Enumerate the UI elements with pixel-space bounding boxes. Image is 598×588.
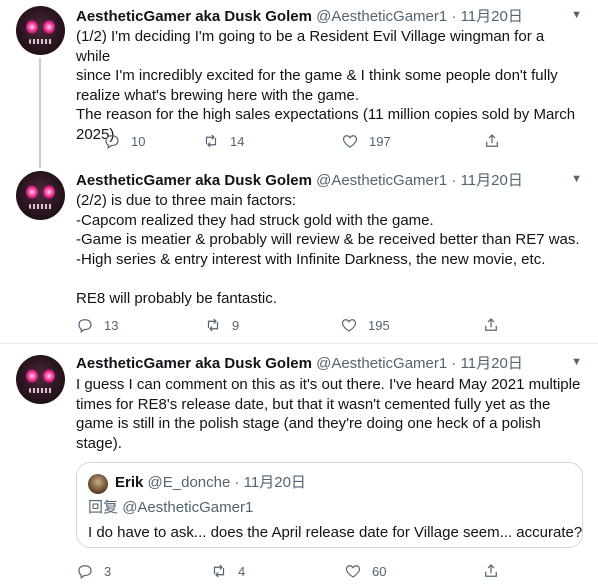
tweet-actions: 10 14 197 [76, 132, 581, 152]
retweet-count: 14 [230, 133, 245, 149]
share-icon [485, 564, 497, 577]
tweet-text: (1/2) I'm deciding I'm going to be a Res… [76, 28, 576, 143]
tweet-text: (2/2) is due to three main factors: -Cap… [76, 192, 580, 307]
share-button[interactable] [483, 132, 501, 150]
like-button[interactable]: 197 [341, 132, 391, 150]
heart-icon [342, 135, 358, 148]
reply-button[interactable]: 3 [76, 562, 111, 580]
like-count: 195 [368, 317, 390, 333]
separator: · [451, 8, 457, 25]
retweet-count: 4 [238, 563, 246, 579]
reply-icon [105, 135, 119, 149]
quote-author-handle[interactable]: @E_donche [148, 474, 231, 491]
separator: · [234, 474, 240, 491]
author-handle[interactable]: @AestheticGamer1 [316, 172, 447, 189]
tweet-actions: 13 9 195 [76, 316, 581, 336]
reply-count: 13 [104, 317, 119, 333]
tweet-1[interactable]: AestheticGamer aka Dusk Golem @Aesthetic… [0, 0, 598, 168]
retweet-icon [207, 318, 219, 332]
like-button[interactable]: 195 [340, 316, 390, 334]
retweet-icon [205, 134, 217, 148]
avatar[interactable] [88, 474, 108, 494]
like-count: 197 [369, 133, 391, 149]
tweet-actions: 3 4 60 [76, 562, 581, 582]
tweet-date[interactable]: 11月20日 [461, 172, 523, 189]
share-button[interactable] [482, 562, 500, 580]
author-name[interactable]: AestheticGamer aka Dusk Golem [76, 172, 312, 189]
reply-button[interactable]: 10 [103, 132, 145, 150]
reply-prefix: 回复 [88, 499, 119, 516]
reply-mention[interactable]: @AestheticGamer1 [122, 499, 253, 516]
avatar[interactable] [16, 6, 65, 55]
tweet-date[interactable]: 11月20日 [461, 355, 523, 372]
separator: · [451, 172, 457, 189]
chevron-down-icon[interactable]: ▼ [571, 173, 582, 185]
tweet-3[interactable]: AestheticGamer aka Dusk Golem @Aesthetic… [0, 344, 598, 588]
thread-line [39, 58, 41, 168]
avatar[interactable] [16, 171, 65, 220]
heart-icon [345, 565, 361, 578]
retweet-icon [213, 564, 225, 578]
author-handle[interactable]: @AestheticGamer1 [316, 8, 447, 25]
share-button[interactable] [482, 316, 500, 334]
retweet-button[interactable]: 14 [202, 132, 244, 150]
tweet-2[interactable]: AestheticGamer aka Dusk Golem @Aesthetic… [0, 166, 598, 341]
replying-to: 回复 @AestheticGamer1 [88, 498, 253, 518]
like-count: 60 [372, 563, 387, 579]
quote-text: I do have to ask... does the April relea… [88, 524, 583, 541]
share-icon [485, 318, 497, 331]
quote-author-name[interactable]: Erik [115, 474, 143, 491]
like-button[interactable]: 60 [344, 562, 386, 580]
tweet-date[interactable]: 11月20日 [461, 8, 523, 25]
author-name[interactable]: AestheticGamer aka Dusk Golem [76, 355, 312, 372]
reply-button[interactable]: 13 [76, 316, 118, 334]
heart-icon [341, 319, 357, 332]
author-handle[interactable]: @AestheticGamer1 [316, 355, 447, 372]
reply-icon [78, 565, 92, 579]
avatar[interactable] [16, 355, 65, 404]
quote-date[interactable]: 11月20日 [244, 474, 306, 491]
share-icon [486, 134, 498, 147]
reply-count: 3 [104, 563, 112, 579]
quoted-tweet[interactable]: Erik @E_donche · 11月20日 回复 @AestheticGam… [76, 462, 583, 548]
chevron-down-icon[interactable]: ▼ [571, 356, 582, 368]
reply-icon [78, 319, 92, 333]
reply-count: 10 [131, 133, 146, 149]
tweet-text: I guess I can comment on this as it's ou… [76, 376, 581, 452]
retweet-button[interactable]: 4 [210, 562, 245, 580]
retweet-button[interactable]: 9 [204, 316, 239, 334]
separator: · [451, 355, 457, 372]
author-name[interactable]: AestheticGamer aka Dusk Golem [76, 8, 312, 25]
retweet-count: 9 [232, 317, 240, 333]
chevron-down-icon[interactable]: ▼ [571, 9, 582, 21]
